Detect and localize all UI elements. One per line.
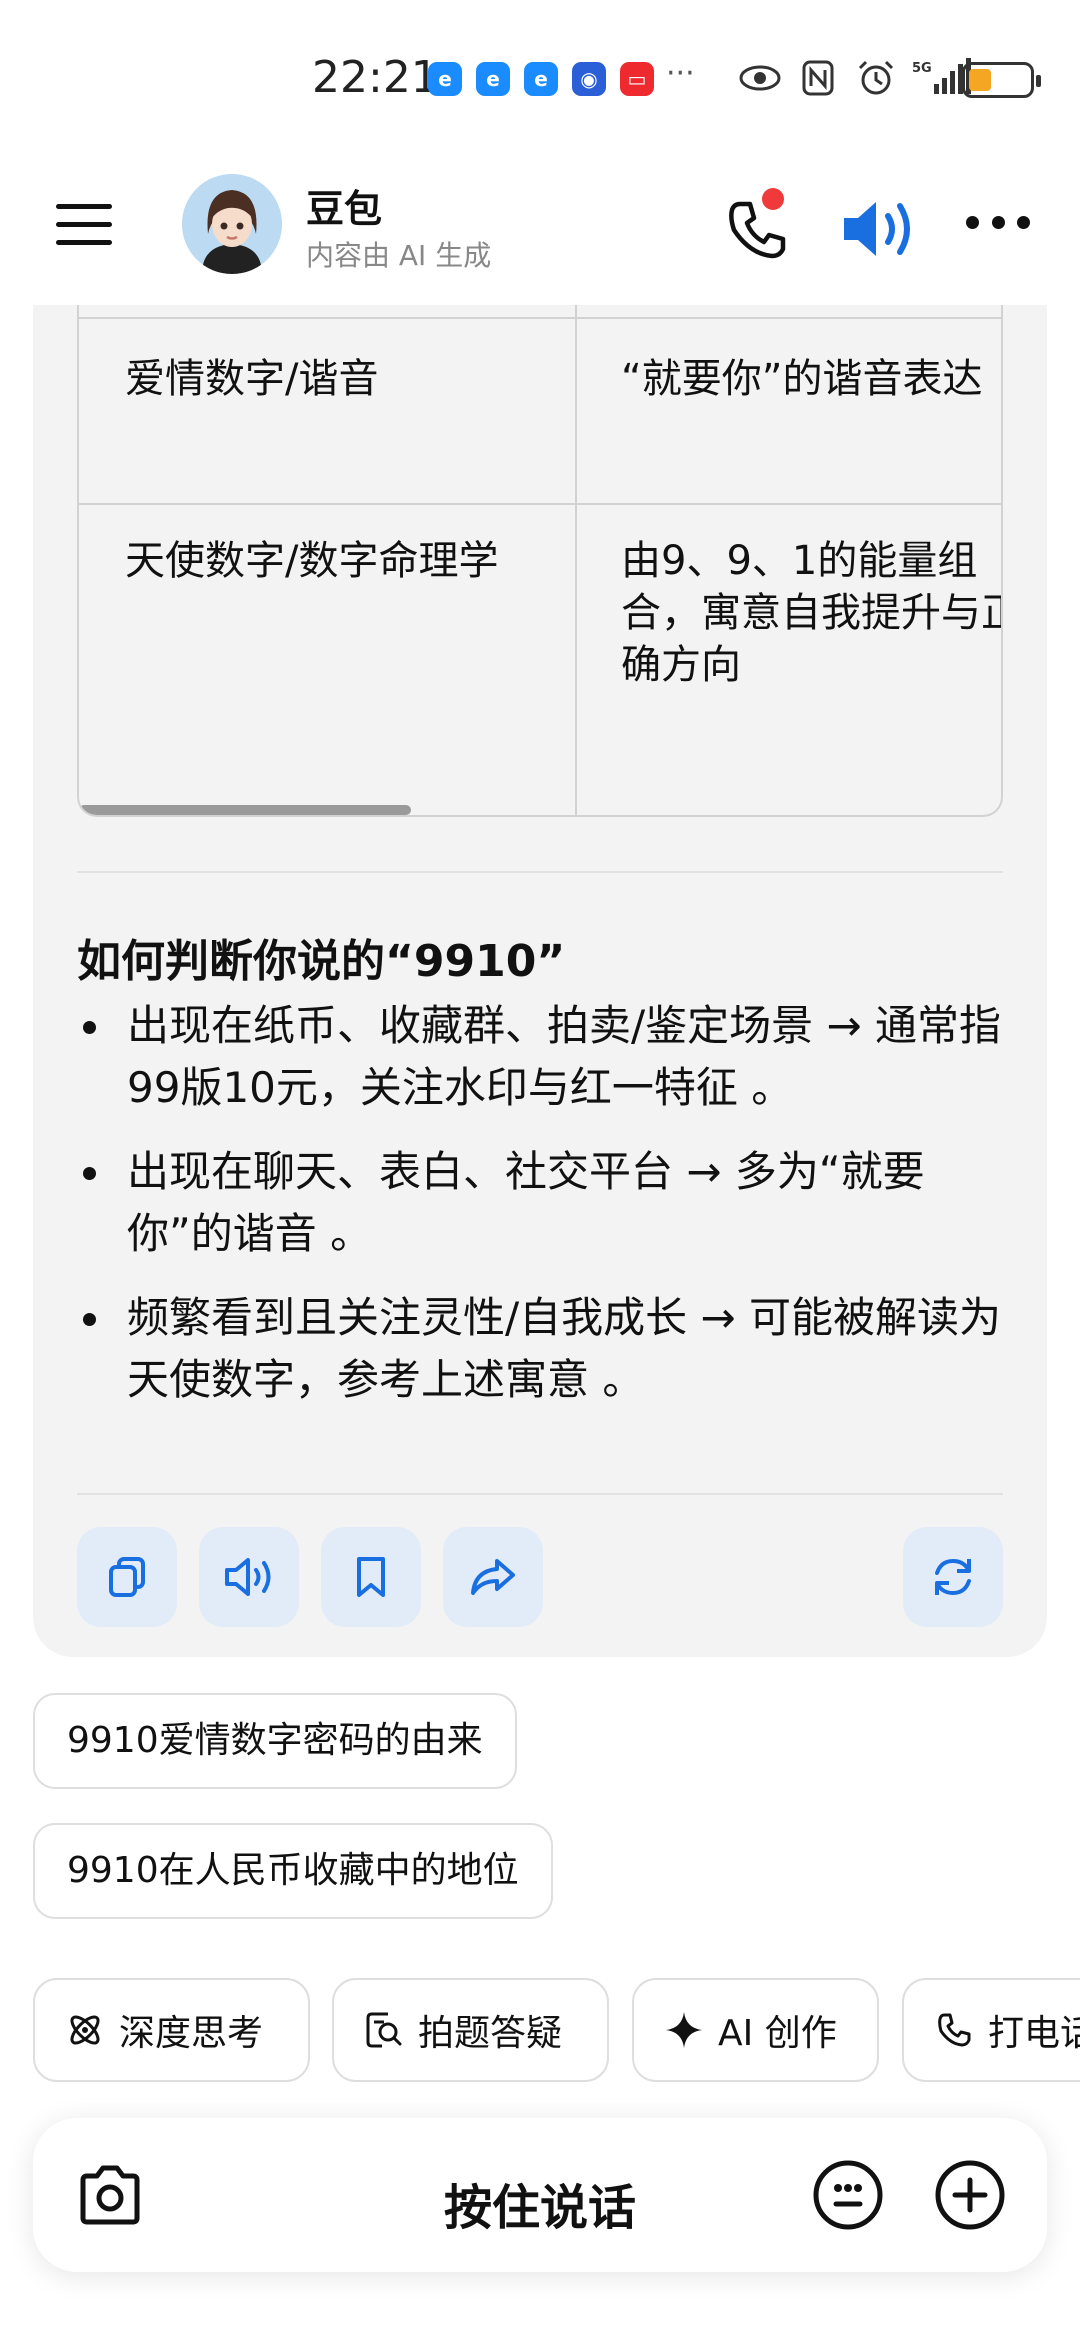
share-button[interactable] (443, 1527, 543, 1627)
sparkle-icon (666, 2012, 702, 2048)
more-options-icon[interactable] (966, 216, 1030, 236)
browser-icon: e (524, 62, 558, 96)
divider (77, 1493, 1003, 1495)
tool-ai-create[interactable]: AI 创作 (632, 1978, 879, 2082)
input-bar: 按住说话 (33, 2118, 1047, 2272)
suggested-question[interactable]: 9910爱情数字密码的由来 (33, 1693, 517, 1789)
menu-icon[interactable] (56, 204, 112, 245)
table-horizontal-scrollbar[interactable] (79, 805, 411, 815)
battery-tip (1036, 75, 1041, 87)
hold-to-talk-button[interactable]: 按住说话 (33, 2168, 1047, 2238)
avatar-image (182, 174, 282, 274)
add-icon[interactable] (933, 2158, 1007, 2232)
list-item: 出现在聊天、表白、社交平台 → 多为“就要你”的谐音 。 (77, 1141, 1003, 1265)
emoji-icon[interactable] (811, 2158, 885, 2232)
atom-icon (70, 2015, 100, 2045)
battery-icon (962, 62, 1041, 98)
suggested-question[interactable]: 9910在人民币收藏中的地位 (33, 1823, 553, 1919)
chip-label: AI 创作 (718, 2013, 837, 2054)
battery-level (969, 69, 991, 91)
alarm-icon (858, 60, 894, 95)
regenerate-icon (935, 1558, 971, 1596)
speaker-icon (225, 1558, 271, 1596)
read-aloud-button[interactable] (199, 1527, 299, 1627)
regenerate-button[interactable] (903, 1527, 1003, 1627)
table-cell: 爱情数字/谐音 (125, 356, 379, 402)
browser-icon: e (428, 62, 462, 96)
browser-icon: e (476, 62, 510, 96)
phone-icon (938, 2013, 971, 2047)
section-heading: 如何判断你说的“9910” (77, 936, 566, 987)
chip-label: 深度思考 (119, 2013, 264, 2054)
network-type: 5G (912, 61, 932, 76)
table-cell: “就要你”的谐音表达 (621, 356, 983, 402)
copy-button[interactable] (77, 1527, 177, 1627)
speaker-icon[interactable] (838, 194, 918, 264)
tool-phone-call[interactable]: 打电话 (902, 1978, 1080, 2082)
red-app-icon: ▭ (620, 62, 654, 96)
table-row: 爱情数字/谐音 “就要你”的谐音表达 (79, 317, 1001, 505)
list-item: 出现在纸币、收藏群、拍卖/鉴定场景 → 通常指99版10元，关注水印与红一特征 … (77, 995, 1003, 1119)
chat-header: 豆包 内容由 AI 生成 (0, 150, 1080, 305)
chat-subtitle: 内容由 AI 生成 (306, 239, 492, 272)
system-icons: 5G (738, 58, 972, 98)
status-time: 22:21 (312, 52, 439, 103)
tool-photo-question[interactable]: 拍题答疑 (332, 1978, 609, 2082)
table-row: 天使数字/数字命理学 由9、9、1的能量组合，寓意自我提升与正确方向 (79, 503, 1003, 815)
chat-title: 豆包 (306, 187, 383, 231)
app-icon: ◉ (572, 62, 606, 96)
chip-label: 打电话 (988, 2013, 1080, 2054)
notification-icons: e e e ◉ ▭ (428, 62, 654, 96)
answer-card: 爱情数字/谐音 “就要你”的谐音表达 天使数字/数字命理学 由9、9、1的能量组… (33, 305, 1047, 1657)
nfc-icon (802, 60, 834, 96)
status-bar: 22:21 e e e ◉ ▭ ··· 5G (0, 0, 1080, 150)
notification-badge (762, 188, 784, 210)
comparison-table[interactable]: 爱情数字/谐音 “就要你”的谐音表达 天使数字/数字命理学 由9、9、1的能量组… (77, 305, 1003, 817)
list-item: 频繁看到且关注灵性/自我成长 → 可能被解读为天使数字，参考上述寓意 。 (77, 1287, 1003, 1411)
copy-icon (109, 1557, 145, 1597)
share-icon (471, 1559, 515, 1595)
bullet-list: 出现在纸币、收藏群、拍卖/鉴定场景 → 通常指99版10元，关注水印与红一特征 … (77, 995, 1003, 1433)
table-cell: 天使数字/数字命理学 (125, 538, 499, 584)
eye-icon (739, 65, 781, 91)
bookmark-button[interactable] (321, 1527, 421, 1627)
chip-label: 拍题答疑 (418, 2013, 563, 2054)
more-notifications-icon: ··· (666, 56, 695, 91)
avatar[interactable] (182, 174, 282, 274)
table-cell: 由9、9、1的能量组合，寓意自我提升与正确方向 (621, 538, 1003, 688)
divider (77, 871, 1003, 873)
bookmark-icon (357, 1557, 385, 1597)
photo-search-icon (366, 2012, 402, 2048)
tool-deep-thinking[interactable]: 深度思考 (33, 1978, 310, 2082)
